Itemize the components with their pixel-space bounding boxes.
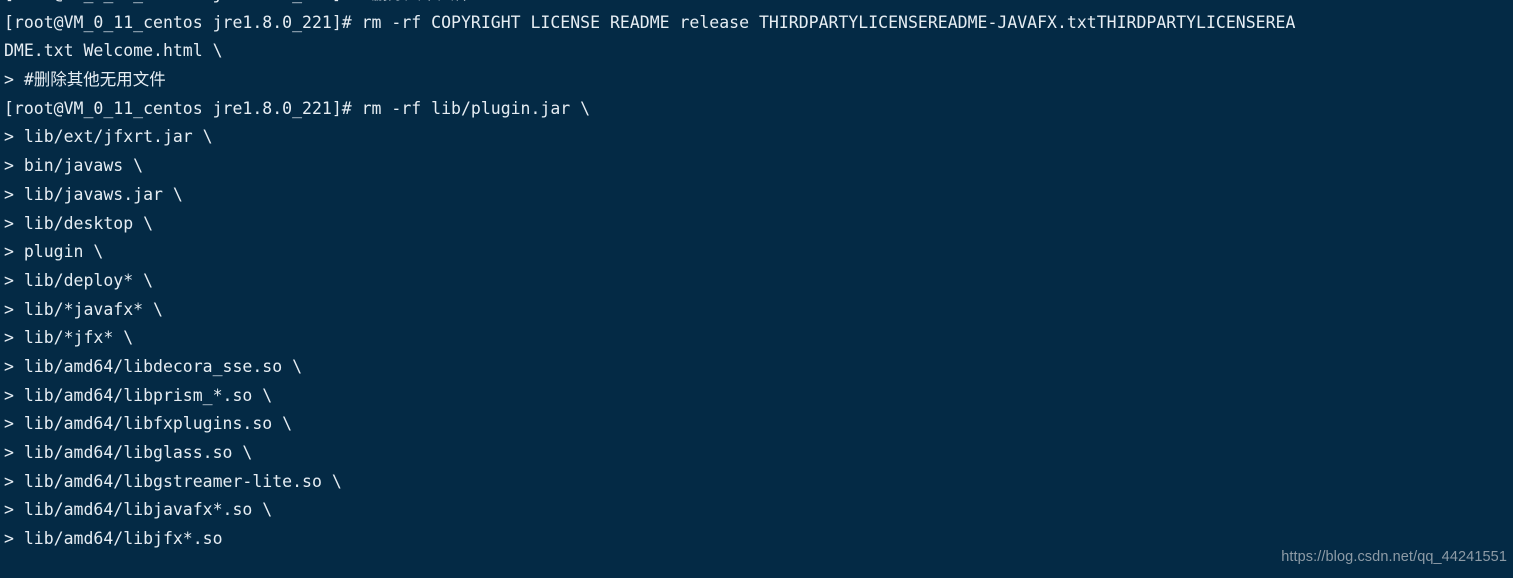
terminal-line: DME.txt Welcome.html \ [4,41,223,61]
terminal-line: > plugin \ [4,242,104,262]
terminal-line: > lib/amd64/libprism_*.so \ [4,385,273,405]
terminal-line: > lib/desktop \ [4,213,154,233]
terminal-window[interactable]: [root@VM_0_11_centos jre1.8.0_221]# #删除文… [0,0,1513,578]
terminal-line: [root@VM_0_11_centos jre1.8.0_221]# rm -… [4,98,591,118]
terminal-line: > lib/*javafx* \ [4,299,163,319]
terminal-line: > lib/amd64/libgstreamer-lite.so \ [4,471,342,491]
terminal-output: [root@VM_0_11_centos jre1.8.0_221]# #删除文… [4,0,1513,554]
terminal-line: > bin/javaws \ [4,156,144,176]
terminal-line: > lib/deploy* \ [4,270,154,290]
terminal-line: > #删除其他无用文件 [4,70,166,90]
terminal-line: > lib/*jfx* \ [4,328,134,348]
terminal-line: [root@VM_0_11_centos jre1.8.0_221]# rm -… [4,12,1296,32]
terminal-line: > lib/amd64/libdecora_sse.so \ [4,356,303,376]
watermark-url: https://blog.csdn.net/qq_44241551 [1281,549,1507,566]
terminal-line: > lib/amd64/libjavafx*.so \ [4,500,273,520]
terminal-line: [root@VM_0_11_centos jre1.8.0_221]# #删除文… [4,0,1513,9]
terminal-line: > lib/ext/jfxrt.jar \ [4,127,213,147]
terminal-line: > lib/amd64/libfxplugins.so \ [4,414,293,434]
terminal-line: > lib/javaws.jar \ [4,184,183,204]
terminal-line: > lib/amd64/libglass.so \ [4,443,253,462]
